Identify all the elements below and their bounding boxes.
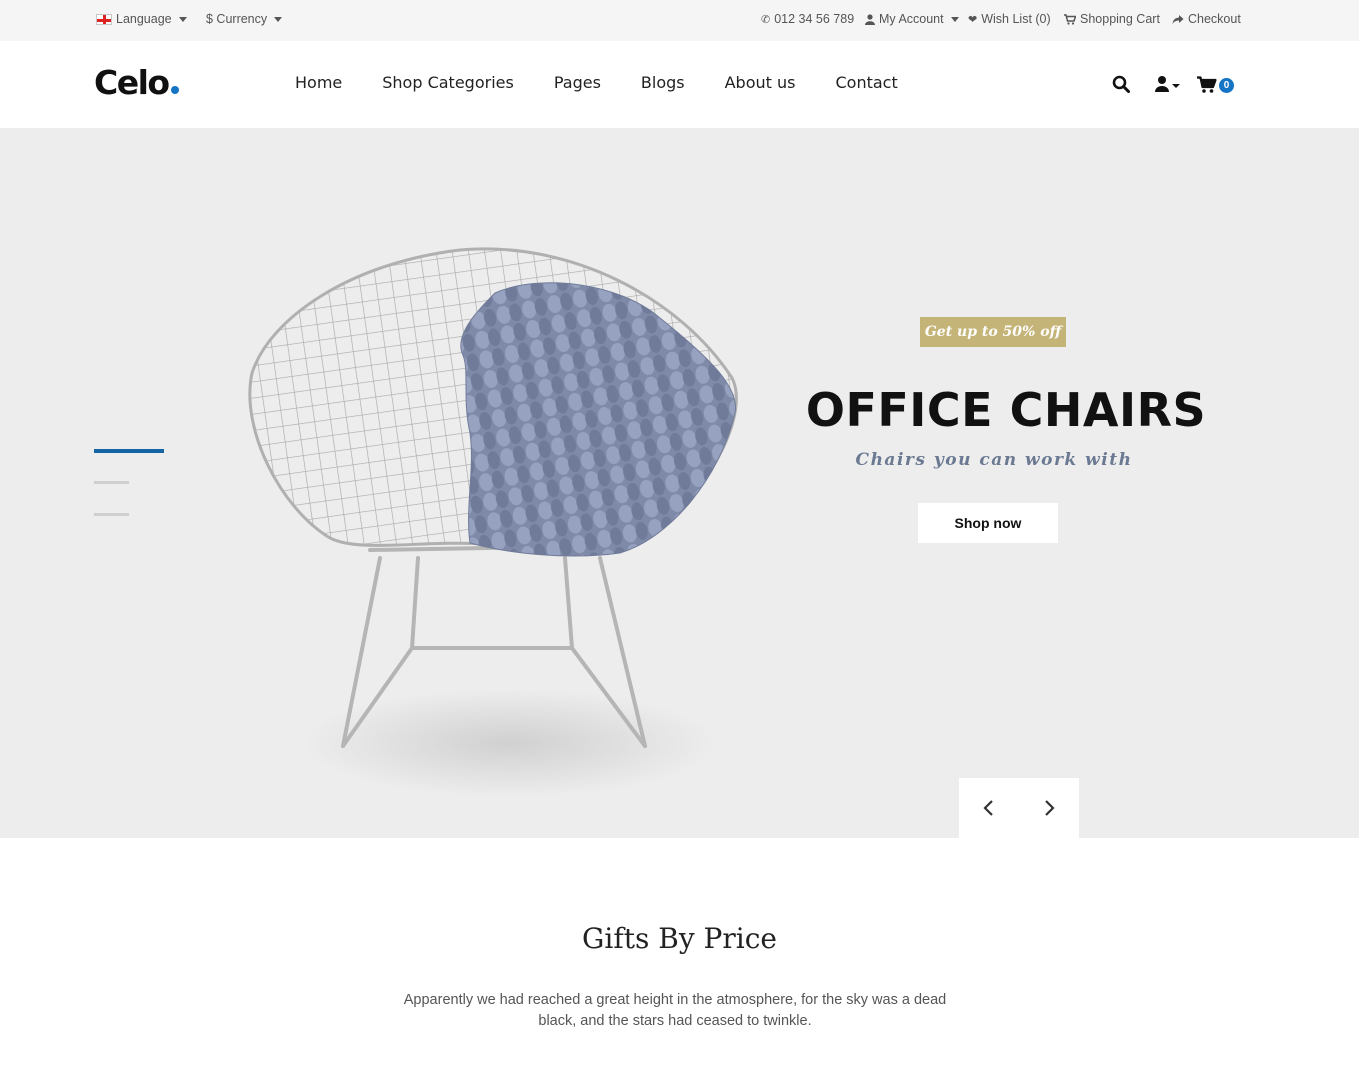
nav-about-us[interactable]: About us (725, 73, 796, 92)
shopping-cart-link[interactable]: Shopping Cart (1064, 12, 1160, 26)
phone-link[interactable]: ✆ 012 34 56 789 (761, 12, 854, 26)
section-description: Apparently we had reached a great height… (403, 992, 947, 1029)
chevron-right-icon[interactable] (1037, 796, 1061, 820)
main-nav: Home Shop Categories Pages Blogs About u… (295, 73, 938, 92)
logo-dot (170, 86, 179, 94)
nav-home[interactable]: Home (295, 73, 342, 92)
slide-indicator-2[interactable] (94, 481, 129, 484)
language-selector[interactable]: Language (96, 12, 187, 26)
slider-nav (959, 778, 1079, 838)
logo-text: Celo (94, 63, 170, 102)
office-chair-image (248, 247, 738, 748)
language-label: Language (116, 12, 172, 26)
search-icon[interactable] (1112, 75, 1130, 93)
phone-icon: ✆ (761, 13, 771, 26)
caret-down-icon (274, 16, 283, 22)
cart-icon[interactable] (1197, 76, 1217, 94)
user-icon (865, 13, 875, 25)
nav-pages[interactable]: Pages (554, 73, 601, 92)
nav-shop-categories[interactable]: Shop Categories (382, 73, 514, 92)
checkout-link[interactable]: Checkout (1172, 12, 1241, 26)
my-account-dropdown[interactable]: My Account (865, 12, 959, 26)
hero-subtitle: Chairs you can work with (855, 450, 1133, 470)
share-arrow-icon (1172, 14, 1184, 24)
caret-down-icon (950, 16, 959, 22)
wishlist-label: Wish List (0) (981, 12, 1051, 26)
shopping-cart-label: Shopping Cart (1080, 12, 1160, 26)
logo[interactable]: Celo (94, 63, 179, 102)
nav-blogs[interactable]: Blogs (641, 73, 685, 92)
shop-now-button[interactable]: Shop now (918, 503, 1058, 543)
main-header: Celo Home Shop Categories Pages Blogs Ab… (0, 41, 1359, 128)
chevron-left-icon[interactable] (977, 796, 1001, 820)
caret-down-icon (178, 16, 187, 22)
wishlist-link[interactable]: ❤ Wish List (0) (968, 12, 1051, 26)
promo-badge: Get up to 50% off (920, 317, 1066, 347)
phone-number: 012 34 56 789 (774, 12, 855, 26)
cart-count-badge: 0 (1219, 78, 1234, 93)
user-account-icon[interactable] (1155, 75, 1181, 93)
top-bar: Language $ Currency ✆ 012 34 56 789 My A… (0, 0, 1359, 41)
uk-flag-icon (96, 13, 112, 25)
cart-icon (1064, 13, 1076, 25)
slide-indicator-1[interactable] (94, 449, 164, 453)
currency-label: $ Currency (206, 12, 268, 26)
nav-contact[interactable]: Contact (835, 73, 897, 92)
hero-slider: Get up to 50% off OFFICE CHAIRS Chairs y… (0, 128, 1359, 838)
currency-selector[interactable]: $ Currency (206, 12, 283, 26)
slide-indicator-3[interactable] (94, 513, 129, 516)
my-account-label: My Account (879, 12, 944, 26)
heart-icon: ❤ (968, 13, 978, 26)
hero-title: OFFICE CHAIRS (805, 383, 1207, 437)
checkout-label: Checkout (1188, 12, 1241, 26)
section-title: Gifts By Price (582, 922, 777, 955)
